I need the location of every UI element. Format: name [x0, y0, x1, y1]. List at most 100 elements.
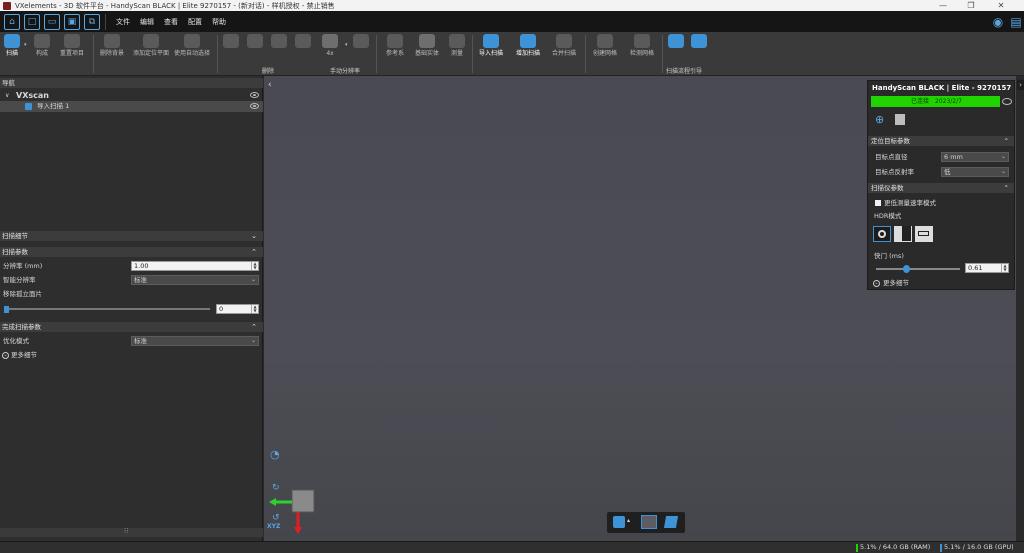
expand-circle-icon: ⌄: [2, 352, 9, 359]
remove-isolated-input[interactable]: 0 ▲ ▼: [216, 304, 259, 314]
home-icon[interactable]: ⌂: [4, 13, 20, 30]
scan-details-header[interactable]: 扫描细节 ⌄: [0, 231, 263, 241]
orientation-cube[interactable]: [291, 489, 315, 513]
scan-item-icon: [25, 103, 32, 110]
smart-resolution-select[interactable]: 标准 ⌄: [131, 275, 259, 285]
wizard-1-button[interactable]: [667, 34, 685, 50]
select-tool-3-button[interactable]: [270, 34, 288, 50]
new-file-icon[interactable]: □: [24, 13, 40, 30]
compose-button[interactable]: 构成: [30, 34, 54, 57]
resolution-2-button[interactable]: [352, 34, 370, 50]
reset-project-button[interactable]: 重置项目: [56, 34, 88, 57]
check-mesh-button[interactable]: 检测网格: [626, 34, 658, 57]
window-title: VXelements - 3D 软件平台 - HandyScan BLACK |…: [15, 1, 335, 10]
hdr-mode-3-button[interactable]: [915, 226, 933, 242]
hdr-mode-1-button[interactable]: [873, 226, 891, 242]
export-icon[interactable]: ⧉: [84, 13, 100, 30]
positioning-header[interactable]: 定位目标参数 ⌃: [868, 136, 1014, 146]
render-mode-icon[interactable]: [613, 516, 625, 528]
delete-background-button[interactable]: 删除背景: [96, 34, 128, 57]
mesh-view-icon[interactable]: [663, 516, 679, 528]
add-plane-button[interactable]: 添加定位平面: [132, 34, 170, 57]
panel-toggle-icon[interactable]: ▤: [1008, 14, 1024, 30]
chevron-down-icon: ⌄: [1000, 168, 1006, 175]
tree-root-vxscan[interactable]: ∨ VXscan: [0, 90, 263, 101]
expand-circle-icon: ⌄: [873, 280, 880, 287]
scanner-params-header[interactable]: 扫描仪参数 ⌃: [868, 183, 1014, 193]
finish-params-header[interactable]: 完成扫描参数 ⌃: [0, 322, 263, 332]
menu-file[interactable]: 文件: [116, 17, 130, 27]
auto-select-button[interactable]: 使用自动选择: [174, 34, 210, 57]
texture-view-icon[interactable]: [641, 515, 657, 529]
minimize-button[interactable]: —: [932, 0, 954, 11]
spinner-icon[interactable]: ▲ ▼: [1001, 264, 1008, 272]
globe-icon[interactable]: ◉: [990, 14, 1006, 30]
save-icon[interactable]: ▣: [64, 13, 80, 30]
shutter-slider[interactable]: [876, 265, 960, 273]
close-button[interactable]: ✕: [990, 0, 1012, 11]
menu-edit[interactable]: 编辑: [140, 17, 154, 27]
more-details-link[interactable]: ⌄ 更多细节: [868, 277, 1014, 289]
menu-config[interactable]: 配置: [188, 17, 202, 27]
resolution-input[interactable]: 1.00 ▲ ▼: [131, 261, 259, 271]
visibility-eye-icon[interactable]: [1002, 98, 1012, 105]
scan-params-header[interactable]: 扫描参数 ⌃: [0, 247, 263, 257]
reference-button[interactable]: 参考系: [382, 34, 408, 57]
menu-view[interactable]: 查看: [164, 17, 178, 27]
tree-item-import-scan[interactable]: 导入扫描 1: [0, 101, 263, 112]
shutter-label-row: 快门 (ms): [874, 252, 904, 260]
render-dropdown-icon[interactable]: ▴: [627, 517, 630, 524]
grip-icon: ⁝⁝: [124, 527, 129, 535]
ram-usage-bar: [856, 544, 858, 552]
visibility-eye-icon[interactable]: [250, 92, 259, 98]
wizard-2-button[interactable]: [690, 34, 708, 50]
more-details-link[interactable]: ⌄ 更多细节: [0, 350, 263, 361]
scan-dropdown-icon[interactable]: ▾: [24, 42, 27, 49]
low-rate-row[interactable]: 更低测量速率模式: [868, 197, 1014, 209]
target-icon[interactable]: [895, 114, 905, 125]
add-scan-button[interactable]: 增加扫描: [512, 34, 544, 57]
rotate-cw-icon[interactable]: ↺: [272, 513, 280, 523]
scan-button[interactable]: 扫描: [2, 34, 22, 57]
remove-isolated-slider[interactable]: [4, 306, 210, 313]
select-tool-1-button[interactable]: [222, 34, 240, 50]
axes-label[interactable]: XYZ: [267, 523, 280, 530]
chevron-down-icon: ⌄: [250, 337, 256, 344]
positioning-icon[interactable]: ⊕: [875, 113, 884, 126]
visibility-eye-icon[interactable]: [250, 103, 259, 109]
import-scan-button[interactable]: 导入扫描: [476, 34, 506, 57]
entities-button[interactable]: 基础实体: [412, 34, 442, 57]
merge-scan-button[interactable]: 合并扫描: [548, 34, 580, 57]
spinner-icon[interactable]: ▲ ▼: [251, 262, 258, 270]
collapse-right-icon[interactable]: ›: [1017, 80, 1024, 90]
reference-icon: [387, 34, 403, 48]
measure-button[interactable]: 测量: [446, 34, 468, 57]
select-tool-2-button[interactable]: [246, 34, 264, 50]
target-reflect-select[interactable]: 低 ⌄: [941, 167, 1009, 177]
slider-handle[interactable]: [4, 306, 9, 313]
create-mesh-button[interactable]: 创建网格: [589, 34, 621, 57]
open-folder-icon[interactable]: ▭: [44, 13, 60, 30]
optimize-select[interactable]: 标准 ⌄: [131, 336, 259, 346]
collapse-arrow-icon[interactable]: ∨: [5, 90, 9, 101]
menu-help[interactable]: 帮助: [212, 17, 226, 27]
collapse-left-icon[interactable]: ‹: [268, 80, 272, 90]
slider-handle[interactable]: [903, 265, 910, 273]
target-diameter-select[interactable]: 6 mm ⌄: [941, 152, 1009, 162]
maximize-button[interactable]: ❐: [960, 0, 982, 11]
chevron-up-icon: ⌃: [1003, 137, 1009, 145]
resolution-button[interactable]: 4x: [320, 34, 340, 57]
spinner-icon[interactable]: ▲ ▼: [251, 305, 258, 313]
view-rotate-icon[interactable]: ◔: [270, 448, 284, 462]
rotate-ccw-icon[interactable]: ↻: [272, 483, 280, 493]
hdr-mode-2-button[interactable]: [894, 226, 912, 242]
low-rate-checkbox[interactable]: [875, 200, 881, 206]
panel-splitter[interactable]: ⁝⁝: [0, 527, 263, 537]
shutter-input[interactable]: 0.61 ▲ ▼: [965, 263, 1009, 273]
optimize-row: 优化模式 标准 ⌄: [0, 336, 263, 347]
select-tool-4-button[interactable]: [294, 34, 312, 50]
resolution-dropdown-icon[interactable]: ▾: [345, 42, 348, 49]
ribbon-group-scan-wizard: 扫描流程引导: [666, 68, 703, 75]
gpu-usage: 5.1% / 16.0 GB (GPU): [944, 543, 1014, 551]
hdr-label-row: HDR模式: [874, 212, 902, 220]
